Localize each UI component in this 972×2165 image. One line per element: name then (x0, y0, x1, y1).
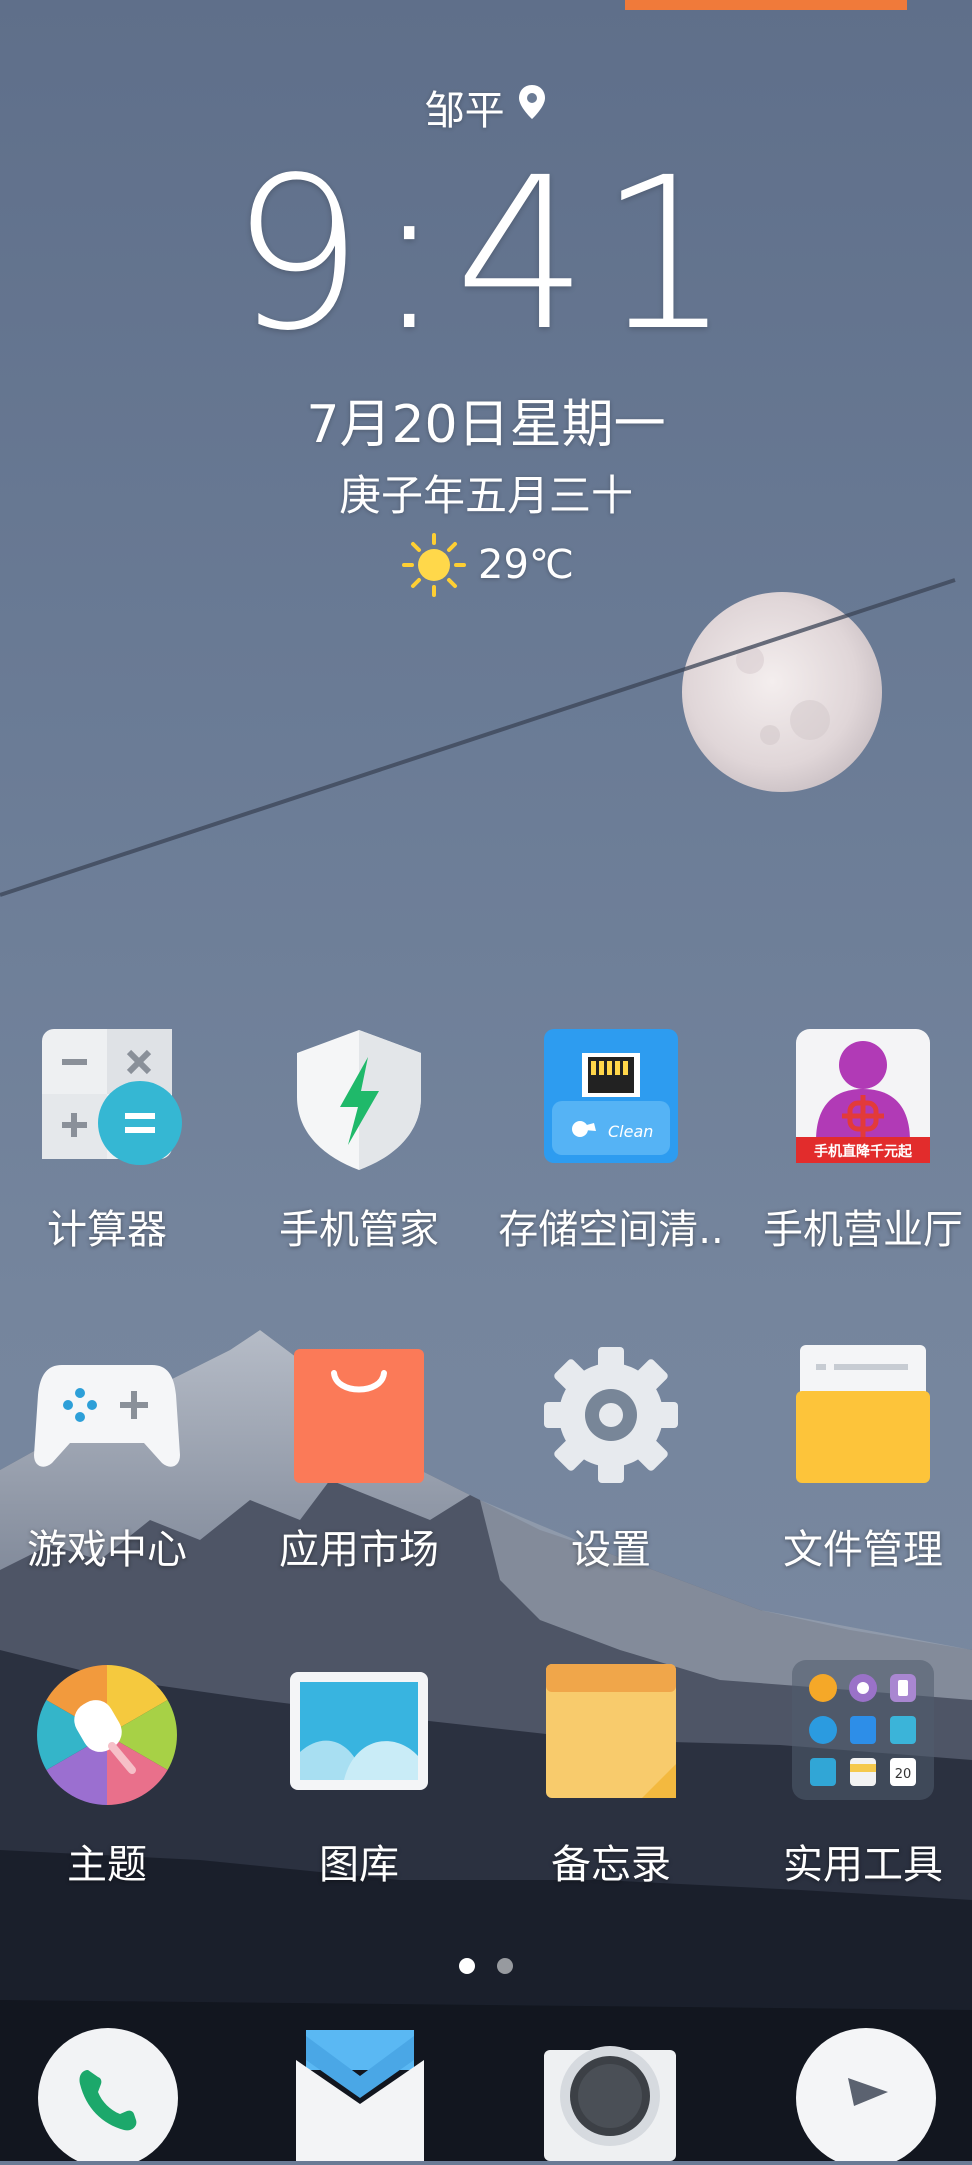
mail-icon (296, 2030, 424, 2161)
page-indicator[interactable] (0, 1958, 972, 1974)
gallery-icon (284, 1660, 434, 1810)
tools-folder-icon: 20 (788, 1660, 938, 1810)
app-label: 游戏中心 (27, 1527, 187, 1573)
temperature-label: 29℃ (478, 542, 574, 588)
shopping-bag-icon (284, 1345, 434, 1495)
dock-mail[interactable] (292, 2030, 428, 2165)
notes-icon (536, 1660, 686, 1810)
clock-time[interactable]: 9:41 (0, 150, 972, 360)
app-label: 计算器 (47, 1207, 167, 1253)
lunar-date-label: 庚子年五月三十 (338, 471, 633, 520)
app-label: 文件管理 (783, 1527, 943, 1573)
shield-lightning-icon (284, 1025, 434, 1175)
unicom-icon: 手机直降千元起 (788, 1025, 938, 1175)
app-store[interactable]: 应用市场 (234, 1345, 484, 1575)
dock-browser[interactable] (794, 2026, 938, 2165)
app-settings[interactable]: 设置 (486, 1345, 736, 1575)
app-label: 主题 (67, 1842, 147, 1888)
app-label: 手机营业厅 (763, 1207, 963, 1253)
camera-icon (544, 2046, 676, 2161)
app-label: 图库 (319, 1842, 399, 1888)
app-phone-manager[interactable]: 手机管家 (234, 1025, 484, 1255)
app-label: 备忘录 (551, 1842, 671, 1888)
app-tools-folder[interactable]: 20 实用工具 (738, 1660, 972, 1890)
city-name: 邹平 (424, 88, 505, 134)
dock-phone[interactable] (36, 2026, 180, 2165)
app-gallery[interactable]: 图库 (234, 1660, 484, 1890)
app-label: 手机管家 (279, 1207, 439, 1253)
app-label: 应用市场 (279, 1527, 439, 1573)
clean-text: Clean (608, 1122, 653, 1141)
app-themes[interactable]: 主题 (0, 1660, 232, 1890)
app-file-manager[interactable]: 文件管理 (738, 1345, 972, 1575)
notification-strip (625, 0, 907, 10)
app-notes[interactable]: 备忘录 (486, 1660, 736, 1890)
page-dot-2[interactable] (497, 1958, 513, 1974)
app-storage-clean[interactable]: Clean 存储空间清.. (486, 1025, 736, 1255)
app-label: 存储空间清.. (498, 1207, 724, 1253)
calculator-icon (32, 1025, 182, 1175)
gamepad-icon (32, 1345, 182, 1495)
location-label[interactable]: 邹平 (0, 78, 972, 136)
calendar-badge: 20 (895, 1767, 912, 1782)
browser-icon (796, 2028, 936, 2165)
gear-icon (536, 1345, 686, 1495)
page-dot-1[interactable] (459, 1958, 475, 1974)
app-label: 实用工具 (783, 1842, 943, 1888)
unicom-banner: 手机直降千元起 (814, 1143, 913, 1160)
app-label: 设置 (571, 1527, 651, 1573)
phone-icon (38, 2028, 178, 2165)
app-unicom[interactable]: 手机直降千元起 手机营业厅 (738, 1025, 972, 1255)
theme-palette-icon (32, 1660, 182, 1810)
weather-widget[interactable]: 29℃ (400, 530, 574, 600)
location-pin-icon (517, 85, 547, 131)
app-game-center[interactable]: 游戏中心 (0, 1345, 232, 1575)
app-calculator[interactable]: 计算器 (0, 1025, 232, 1255)
sun-icon (402, 533, 466, 597)
dock-camera[interactable] (540, 2036, 680, 2165)
date-label: 7月20日星期一 (306, 395, 666, 455)
sd-card-clean-icon: Clean (536, 1025, 686, 1175)
folder-icon (788, 1345, 938, 1495)
